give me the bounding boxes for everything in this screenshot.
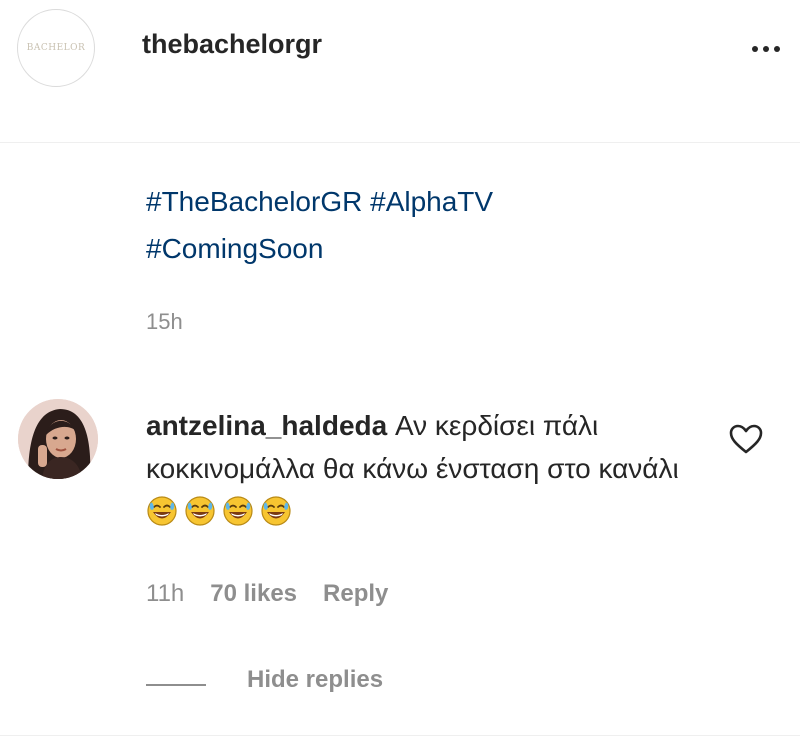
hashtag-link[interactable]: #TheBachelorGR	[146, 186, 362, 217]
emoji-group	[146, 496, 298, 527]
hide-replies-button[interactable]: Hide replies	[247, 666, 383, 694]
profile-avatar[interactable]: BACHELOR	[17, 9, 95, 87]
replies-divider	[146, 684, 206, 686]
brand-logo: BACHELOR	[26, 43, 86, 53]
grinning-face-with-sweat-icon	[261, 496, 291, 526]
comment-meta: 11h 70 likes Reply	[146, 580, 388, 608]
bottom-divider	[0, 735, 800, 736]
more-dot	[774, 46, 780, 52]
post-username[interactable]: thebachelorgr	[142, 29, 322, 60]
grinning-face-with-sweat-icon	[147, 496, 177, 526]
post-caption: #TheBachelorGR #AlphaTV #ComingSoon	[146, 178, 493, 272]
grinning-face-with-sweat-icon	[185, 496, 215, 526]
comment-username[interactable]: antzelina_haldeda	[146, 410, 387, 441]
grinning-face-with-sweat-icon	[223, 496, 253, 526]
comment-avatar[interactable]	[18, 399, 98, 479]
hashtag-link[interactable]: #AlphaTV	[370, 186, 493, 217]
more-horizontal-icon	[752, 46, 758, 52]
like-comment-button[interactable]	[728, 423, 764, 455]
avatar-photo	[18, 399, 98, 479]
comment-text-block: antzelina_haldeda Αν κερδίσει πάλι κοκκι…	[146, 404, 706, 533]
post-header: BACHELOR thebachelorgr	[0, 0, 800, 143]
comment-timestamp[interactable]: 11h	[146, 580, 184, 608]
hashtag-link[interactable]: #ComingSoon	[146, 233, 323, 264]
more-dot	[763, 46, 769, 52]
heart-outline-icon	[729, 424, 763, 454]
caption-timestamp[interactable]: 15h	[146, 309, 183, 335]
comment-likes[interactable]: 70 likes	[210, 580, 297, 608]
reply-button[interactable]: Reply	[323, 580, 388, 608]
more-options-button[interactable]	[752, 43, 792, 55]
